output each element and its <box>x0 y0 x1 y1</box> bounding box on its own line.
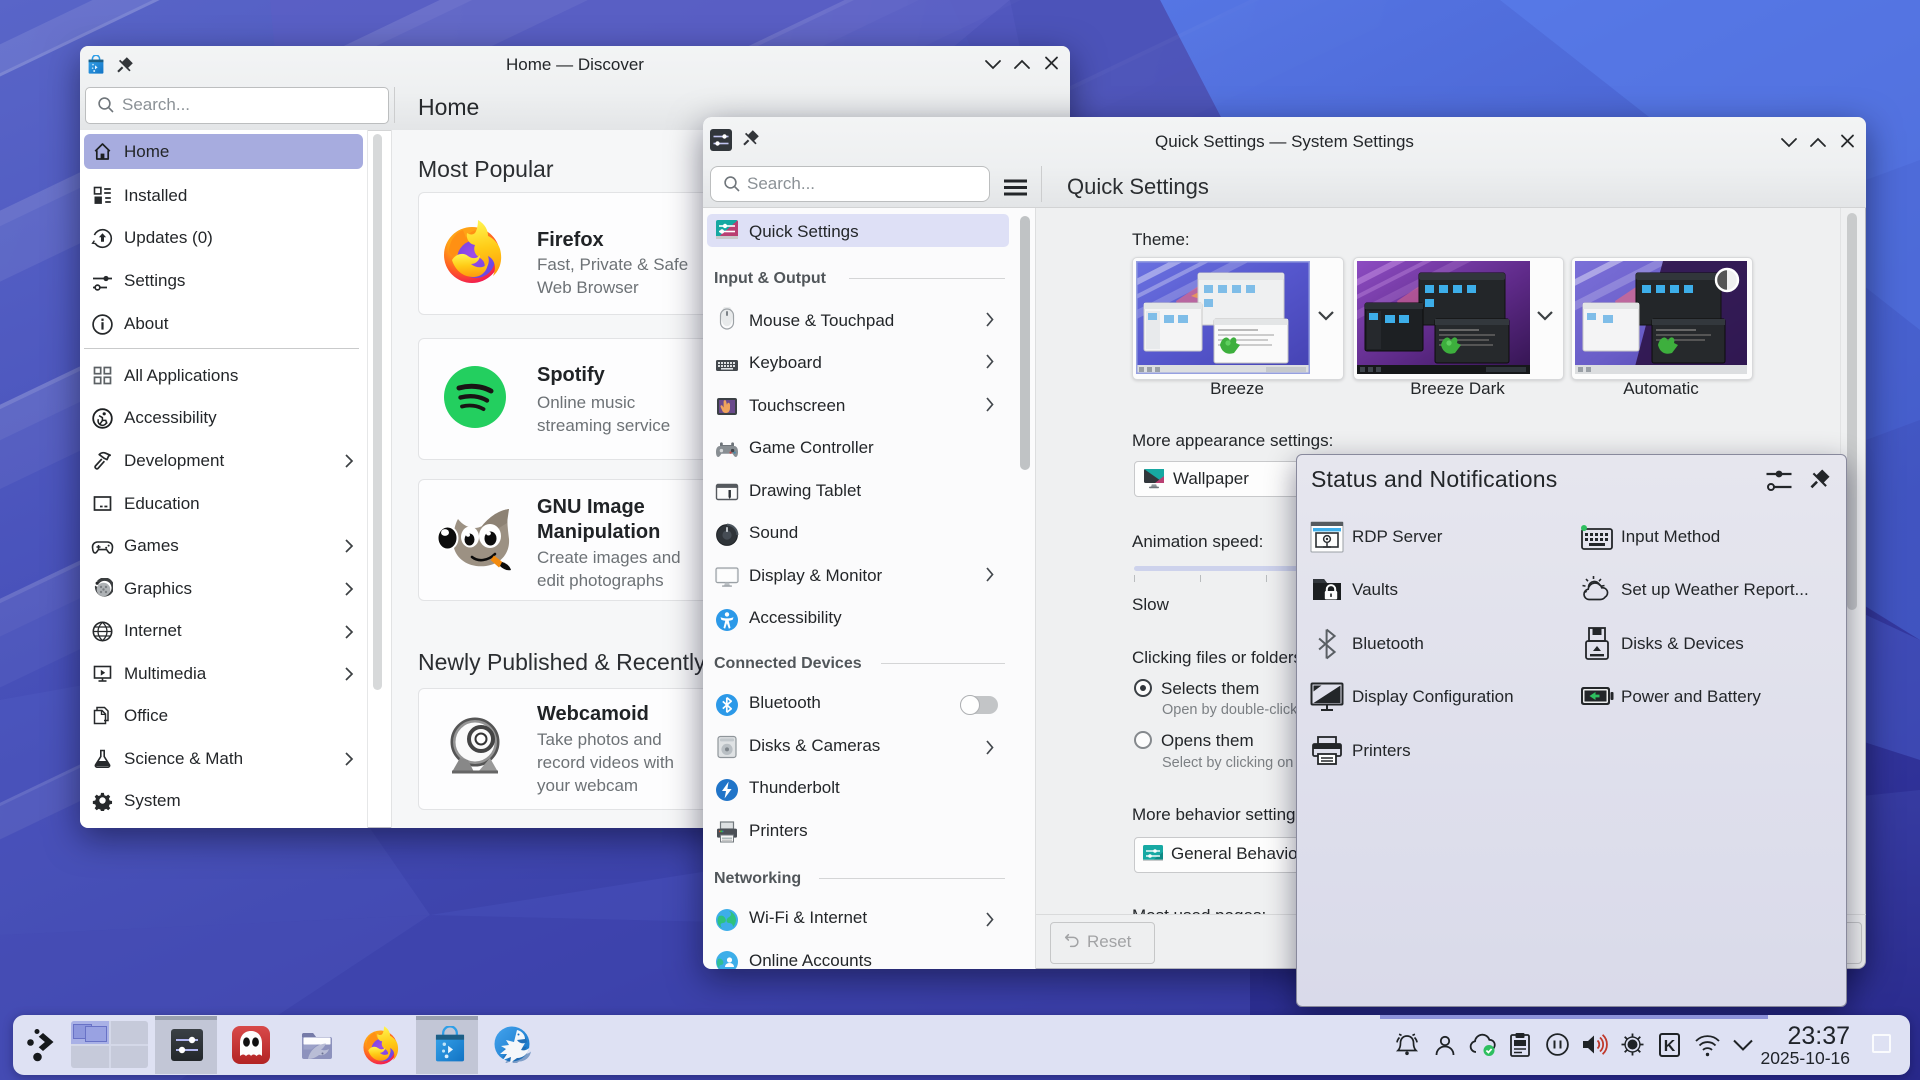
svg-text:K: K <box>1664 1038 1676 1055</box>
